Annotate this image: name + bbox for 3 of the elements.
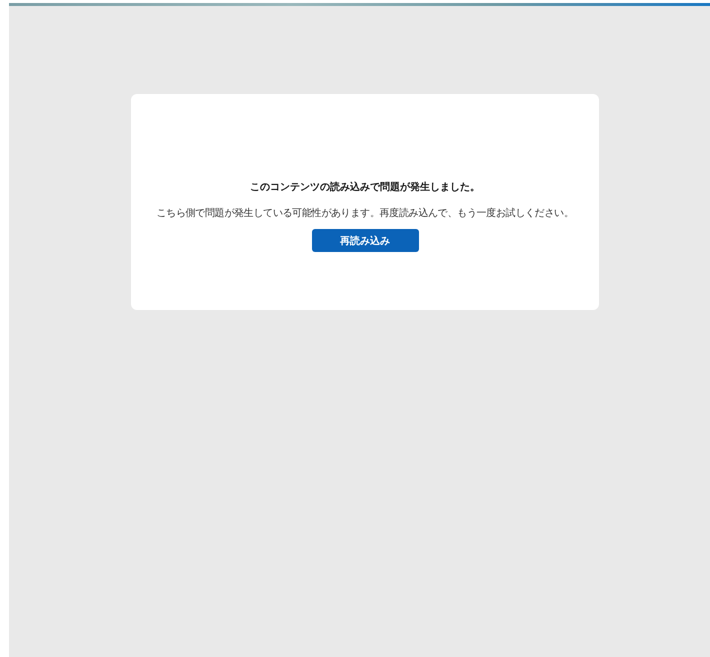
error-message: こちら側で問題が発生している可能性があります。再度読み込んで、もう一度お試しください。 bbox=[156, 206, 574, 220]
reload-button[interactable]: 再読み込み bbox=[312, 229, 418, 252]
error-title: このコンテンツの読み込みで問題が発生しました。 bbox=[250, 180, 480, 194]
